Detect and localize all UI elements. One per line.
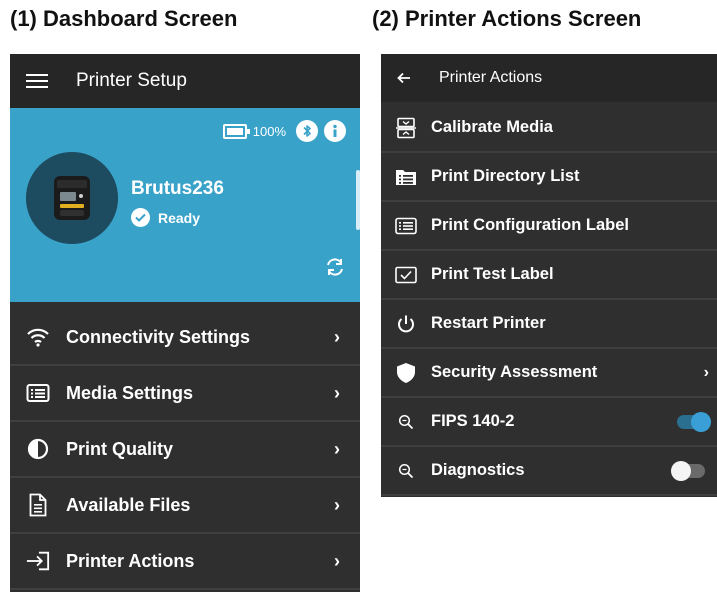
chevron-right-icon: ›	[334, 438, 340, 459]
action-label: Restart Printer	[431, 314, 546, 332]
menu-item-label: Printer Actions	[66, 550, 195, 571]
action-print-directory-list[interactable]: Print Directory List	[381, 153, 717, 202]
action-label: Print Test Label	[431, 265, 554, 283]
calibrate-icon	[395, 117, 417, 139]
action-label: Print Directory List	[431, 167, 580, 185]
battery-icon	[222, 123, 250, 139]
refresh-icon[interactable]	[324, 256, 346, 282]
menu-icon[interactable]	[26, 74, 48, 88]
chevron-right-icon: ›	[334, 326, 340, 347]
app-title: Printer Setup	[76, 70, 187, 91]
printer-card: 100% Brutus236 Ready	[10, 108, 360, 302]
action-print-test-label[interactable]: Print Test Label	[381, 251, 717, 300]
app-bar: Printer Setup	[10, 54, 360, 108]
printer-status: Ready	[131, 208, 200, 227]
screen-title: Printer Actions	[439, 69, 543, 86]
chevron-right-icon: ›	[334, 494, 340, 515]
check-circle-icon	[131, 208, 150, 227]
action-restart-printer[interactable]: Restart Printer	[381, 300, 717, 349]
status-text: Ready	[158, 209, 201, 226]
wifi-icon	[26, 325, 50, 349]
menu-item-available-files[interactable]: Available Files ›	[10, 478, 360, 534]
app-bar: Printer Actions	[381, 54, 717, 102]
menu-item-media-settings[interactable]: Media Settings ›	[10, 366, 360, 422]
chevron-right-icon: ›	[334, 382, 340, 403]
search-icon	[395, 460, 417, 482]
status-bar: 100%	[222, 120, 346, 142]
shield-icon	[395, 362, 417, 384]
test-label-icon	[395, 264, 417, 286]
caption-printer-actions: (2) Printer Actions Screen	[372, 6, 642, 31]
menu-item-connectivity-settings[interactable]: Connectivity Settings ›	[10, 310, 360, 366]
action-label: Security Assessment	[431, 363, 598, 381]
action-calibrate-media[interactable]: Calibrate Media	[381, 104, 717, 153]
menu-item-printer-actions[interactable]: Printer Actions ›	[10, 534, 360, 590]
scrollbar[interactable]	[356, 170, 360, 230]
printer-actions-screen: Printer Actions Calibrate Media Print Di…	[381, 54, 717, 497]
bluetooth-icon[interactable]	[296, 120, 318, 142]
fips-toggle[interactable]	[677, 411, 711, 432]
dashboard-screen: Printer Setup 100% Brutus236 Ready Conne…	[10, 54, 360, 592]
action-print-configuration-label[interactable]: Print Configuration Label	[381, 202, 717, 251]
actions-list: Calibrate Media Print Directory List Pri…	[381, 104, 717, 496]
setting-diagnostics: Diagnostics	[381, 447, 717, 496]
chevron-right-icon: ›	[703, 363, 709, 381]
setting-fips-140-2: FIPS 140-2	[381, 398, 717, 447]
file-icon	[26, 493, 50, 517]
menu-item-label: Connectivity Settings	[66, 326, 251, 347]
power-icon	[395, 313, 417, 335]
settings-menu: Connectivity Settings › Media Settings ›…	[10, 310, 360, 590]
directory-icon	[395, 166, 417, 188]
info-icon[interactable]	[324, 120, 346, 142]
printer-name: Brutus236	[131, 178, 224, 199]
printer-image	[26, 152, 118, 244]
arrow-into-icon	[26, 549, 50, 573]
contrast-icon	[26, 437, 50, 461]
action-label: Diagnostics	[431, 461, 525, 479]
diagnostics-toggle[interactable]	[671, 460, 705, 481]
menu-item-print-quality[interactable]: Print Quality ›	[10, 422, 360, 478]
caption-dashboard: (1) Dashboard Screen	[10, 6, 238, 31]
battery-level: 100%	[252, 123, 286, 139]
config-label-icon	[395, 215, 417, 237]
menu-item-label: Print Quality	[66, 438, 174, 459]
search-icon	[395, 411, 417, 433]
menu-item-label: Media Settings	[66, 382, 194, 403]
action-label: Calibrate Media	[431, 118, 553, 136]
menu-item-label: Available Files	[66, 494, 191, 515]
back-arrow-icon[interactable]	[397, 68, 411, 89]
action-security-assessment[interactable]: Security Assessment ›	[381, 349, 717, 398]
list-icon	[26, 381, 50, 405]
chevron-right-icon: ›	[334, 550, 340, 571]
action-label: Print Configuration Label	[431, 216, 629, 234]
action-label: FIPS 140-2	[431, 412, 515, 430]
